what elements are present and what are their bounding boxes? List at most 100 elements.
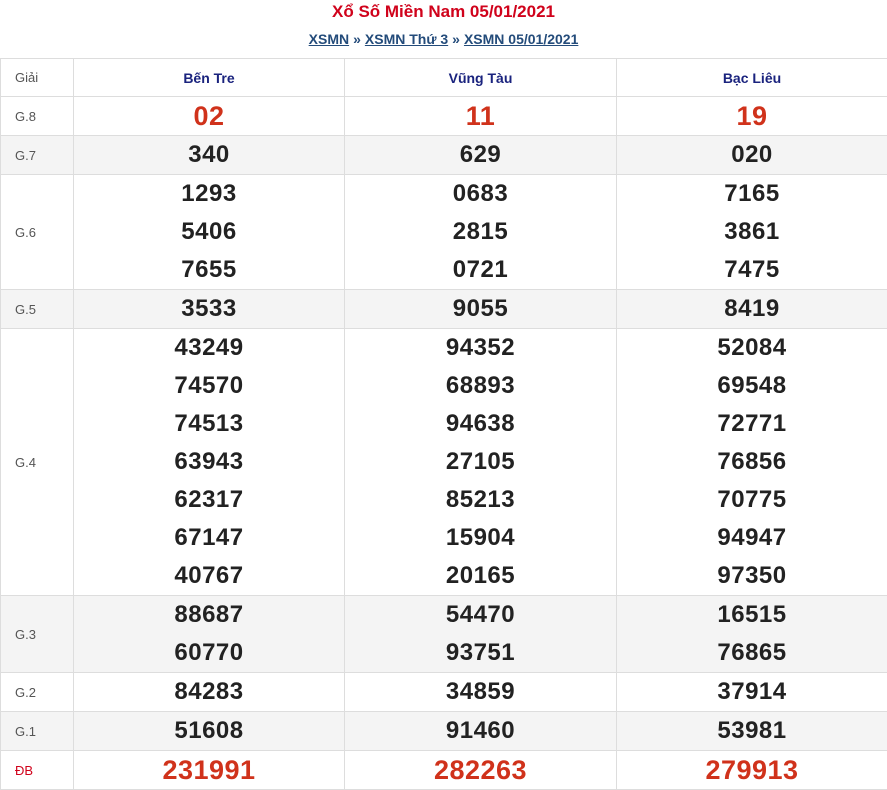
- table-header-row: Giải Bến Tre Vũng Tàu Bạc Liêu: [0, 58, 887, 97]
- result-number: 3861: [724, 218, 780, 245]
- result-cell-vung-tau: 34859: [344, 672, 617, 712]
- prize-label: G.4: [0, 328, 74, 596]
- result-number: 5406: [181, 218, 237, 245]
- breadcrumb: XSMN» XSMN Thứ 3» XSMN 05/01/2021: [0, 30, 887, 48]
- result-number: 51608: [174, 717, 244, 744]
- prize-column-header: Giải: [0, 58, 74, 97]
- result-cell-vung-tau: 54470 93751: [344, 595, 617, 673]
- result-cell-bac-lieu: 16515 76865: [616, 595, 887, 673]
- result-cell-vung-tau: 94352 68893 94638 27105 85213 15904 20165: [344, 328, 617, 596]
- table-row: G.1 51608 91460 53981: [0, 711, 887, 751]
- result-number: 62317: [174, 486, 244, 513]
- result-number: 231991: [162, 755, 256, 785]
- result-number: 94638: [445, 410, 516, 437]
- table-row: G.5 3533 9055 8419: [0, 289, 887, 329]
- result-number: 7165: [724, 180, 780, 207]
- result-number: 72771: [717, 410, 787, 437]
- prize-label: G.1: [0, 711, 74, 751]
- result-number: 15904: [445, 524, 516, 551]
- result-cell-ben-tre: 1293 5406 7655: [73, 174, 345, 290]
- result-number: 27105: [445, 448, 516, 475]
- result-number: 52084: [717, 334, 787, 361]
- result-number: 60770: [174, 639, 244, 666]
- result-cell-bac-lieu: 279913: [616, 750, 887, 790]
- table-row: G.6 1293 5406 7655 0683 2815 0721 7165 3861 7475: [0, 174, 887, 290]
- result-number: 1293: [181, 180, 237, 207]
- result-number: 11: [465, 101, 496, 131]
- breadcrumb-separator: »: [353, 31, 361, 47]
- result-cell-ben-tre: 51608: [73, 711, 345, 751]
- result-cell-ben-tre: 02: [73, 96, 345, 136]
- result-number: 19: [736, 101, 768, 131]
- result-number: 9055: [452, 295, 509, 322]
- result-number: 74513: [174, 410, 244, 437]
- breadcrumb-link-xsmn-date[interactable]: XSMN 05/01/2021: [464, 31, 578, 47]
- result-number: 76856: [717, 448, 787, 475]
- result-number: 53981: [717, 717, 787, 744]
- result-number: 84283: [174, 678, 244, 705]
- result-number: 0721: [452, 256, 509, 283]
- result-cell-vung-tau: 9055: [344, 289, 617, 329]
- result-number: 340: [188, 141, 230, 168]
- results-body: G.8 02 11 19 G.7 340 629 020 G.6 1293 5406 7655 0683…: [0, 96, 887, 790]
- table-row: G.4 43249 74570 74513 63943 62317 67147 40767 94…: [0, 328, 887, 596]
- result-number: 63943: [174, 448, 244, 475]
- prize-label: ĐB: [0, 750, 74, 790]
- result-cell-ben-tre: 88687 60770: [73, 595, 345, 673]
- result-cell-bac-lieu: 37914: [616, 672, 887, 712]
- table-row: G.3 88687 60770 54470 93751 16515 76865: [0, 595, 887, 673]
- province-header-bac-lieu: Bạc Liêu: [616, 58, 887, 97]
- result-cell-vung-tau: 91460: [344, 711, 617, 751]
- result-number: 93751: [445, 639, 516, 666]
- result-number: 8419: [724, 295, 780, 322]
- result-cell-ben-tre: 84283: [73, 672, 345, 712]
- result-cell-bac-lieu: 53981: [616, 711, 887, 751]
- result-number: 34859: [445, 678, 516, 705]
- result-cell-ben-tre: 231991: [73, 750, 345, 790]
- result-cell-vung-tau: 282263: [344, 750, 617, 790]
- breadcrumb-link-xsmn[interactable]: XSMN: [309, 31, 349, 47]
- result-cell-bac-lieu: 8419: [616, 289, 887, 329]
- result-number: 97350: [717, 562, 787, 589]
- page-title: Xổ Số Miền Nam 05/01/2021: [332, 2, 555, 21]
- results-table: Giải Bến Tre Vũng Tàu Bạc Liêu G.8 02 11 19…: [0, 58, 887, 790]
- result-number: 3533: [181, 295, 237, 322]
- result-number: 0683: [452, 180, 509, 207]
- prize-label: G.2: [0, 672, 74, 712]
- result-number: 88687: [174, 601, 244, 628]
- result-cell-bac-lieu: 020: [616, 135, 887, 175]
- result-number: 43249: [174, 334, 244, 361]
- result-number: 40767: [174, 562, 244, 589]
- province-header-ben-tre: Bến Tre: [73, 58, 345, 97]
- result-number: 37914: [717, 678, 787, 705]
- table-row: G.2 84283 34859 37914: [0, 672, 887, 712]
- result-cell-bac-lieu: 52084 69548 72771 76856 70775 94947 97350: [616, 328, 887, 596]
- page-header: Xổ Số Miền Nam 05/01/2021 XSMN» XSMN Thứ …: [0, 0, 887, 58]
- result-number: 02: [193, 101, 225, 131]
- result-cell-ben-tre: 340: [73, 135, 345, 175]
- table-row: G.7 340 629 020: [0, 135, 887, 175]
- result-number: 629: [459, 141, 502, 168]
- result-number: 91460: [445, 717, 516, 744]
- prize-label: G.5: [0, 289, 74, 329]
- result-number: 7655: [181, 256, 237, 283]
- result-cell-bac-lieu: 7165 3861 7475: [616, 174, 887, 290]
- result-number: 54470: [445, 601, 516, 628]
- result-number: 74570: [174, 372, 244, 399]
- result-cell-ben-tre: 43249 74570 74513 63943 62317 67147 40767: [73, 328, 345, 596]
- result-cell-vung-tau: 0683 2815 0721: [344, 174, 617, 290]
- prize-label: G.8: [0, 96, 74, 136]
- result-cell-bac-lieu: 19: [616, 96, 887, 136]
- result-number: 7475: [724, 256, 780, 283]
- result-number: 70775: [717, 486, 787, 513]
- result-number: 282263: [433, 755, 528, 785]
- result-number: 16515: [717, 601, 787, 628]
- result-number: 94947: [717, 524, 787, 551]
- breadcrumb-separator: »: [452, 31, 460, 47]
- result-cell-vung-tau: 629: [344, 135, 617, 175]
- result-number: 85213: [445, 486, 516, 513]
- breadcrumb-link-xsmn-thu-3[interactable]: XSMN Thứ 3: [365, 31, 448, 47]
- result-number: 67147: [174, 524, 244, 551]
- result-cell-ben-tre: 3533: [73, 289, 345, 329]
- result-number: 68893: [445, 372, 516, 399]
